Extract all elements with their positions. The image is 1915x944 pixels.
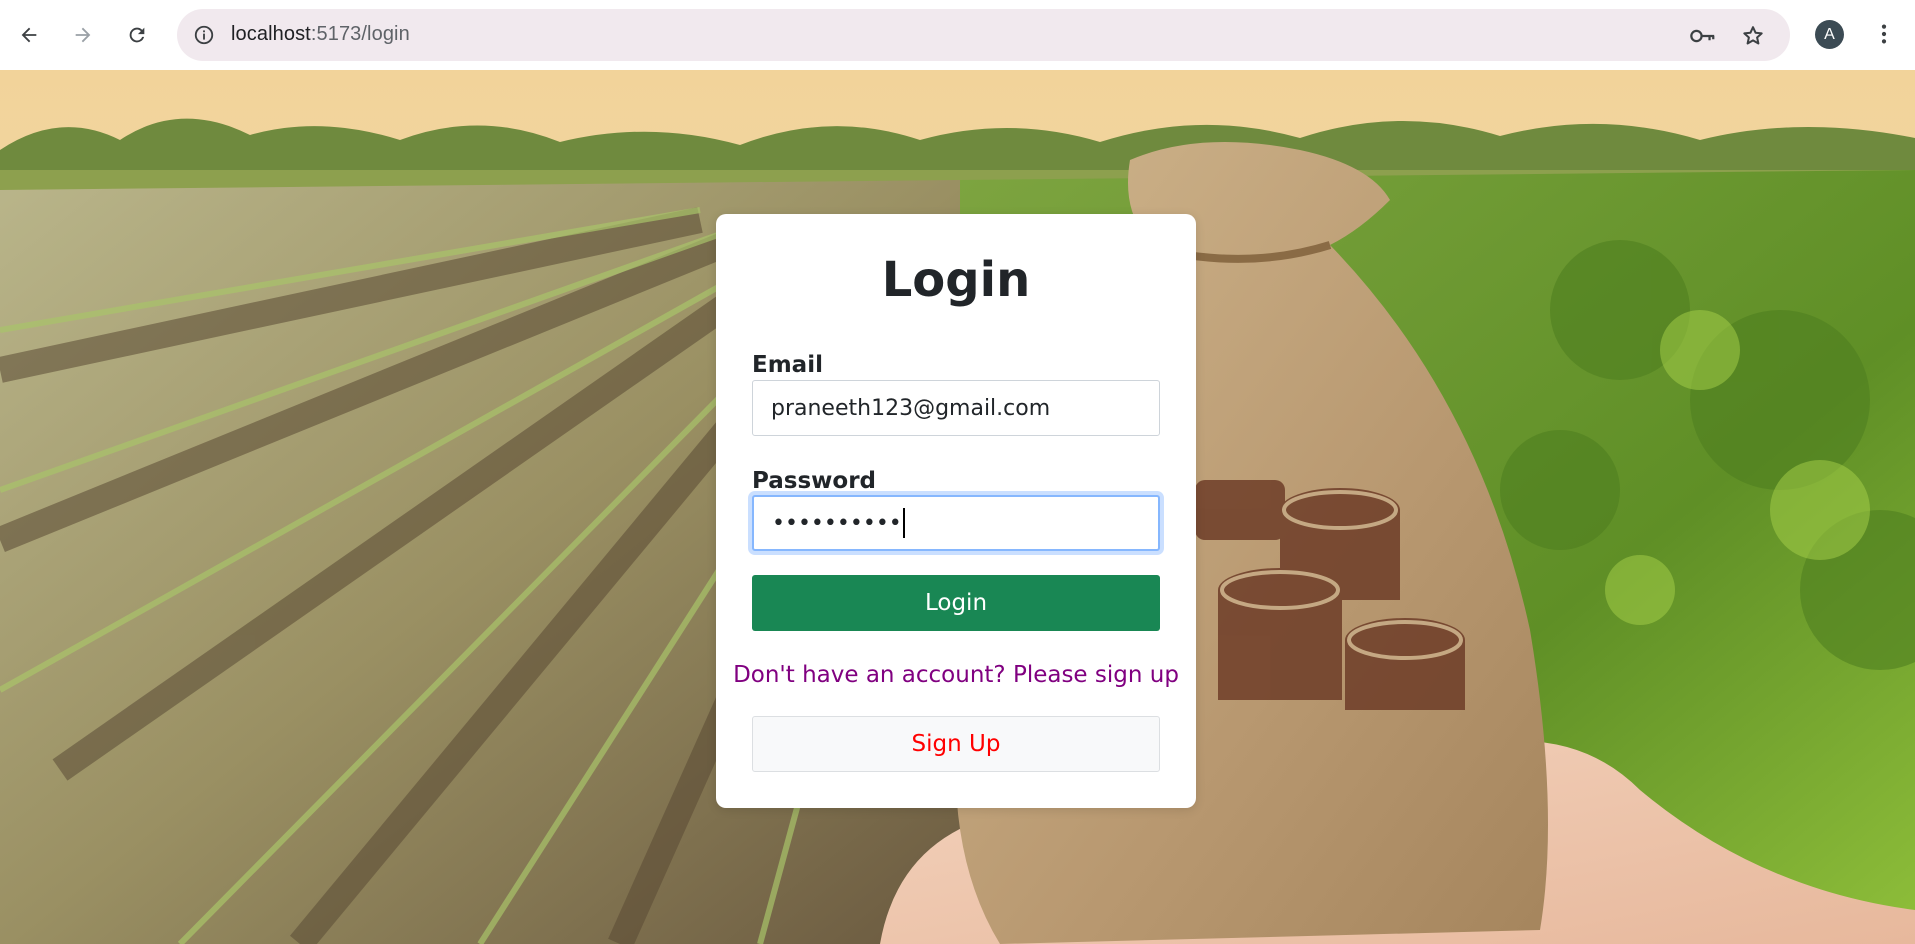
email-value: praneeth123@gmail.com xyxy=(771,395,1051,421)
login-title: Login xyxy=(881,252,1031,308)
forward-button[interactable] xyxy=(63,15,103,55)
url-path: :5173/login xyxy=(310,23,410,45)
signup-button[interactable]: Sign Up xyxy=(752,716,1160,772)
email-label: Email xyxy=(752,352,823,378)
signup-link[interactable]: Don't have an account? Please sign up xyxy=(716,662,1196,688)
login-card: Login Email praneeth123@gmail.com Passwo… xyxy=(716,214,1196,808)
password-value: •••••••••• xyxy=(772,510,902,536)
site-info-icon[interactable] xyxy=(190,21,218,49)
reload-button[interactable] xyxy=(117,15,157,55)
reload-icon xyxy=(129,27,145,43)
text-caret xyxy=(902,508,905,538)
address-bar[interactable]: localhost:5173/login xyxy=(177,9,1790,61)
url-text: localhost:5173/login xyxy=(231,23,410,46)
login-page: Login Email praneeth123@gmail.com Passwo… xyxy=(0,70,1915,944)
arrow-left-icon xyxy=(21,27,37,43)
browser-toolbar: localhost:5173/login A xyxy=(0,0,1915,70)
bookmark-star-icon[interactable] xyxy=(1738,21,1768,51)
url-host: localhost xyxy=(231,23,311,45)
more-menu-icon[interactable] xyxy=(1866,14,1902,54)
email-field[interactable]: praneeth123@gmail.com xyxy=(752,380,1160,436)
login-button[interactable]: Login xyxy=(752,575,1160,631)
arrow-right-icon xyxy=(75,27,91,43)
password-field[interactable]: •••••••••• xyxy=(752,495,1160,551)
password-label: Password xyxy=(752,468,876,494)
back-button[interactable] xyxy=(9,15,49,55)
profile-avatar[interactable]: A xyxy=(1815,20,1844,49)
key-icon[interactable] xyxy=(1688,21,1718,51)
